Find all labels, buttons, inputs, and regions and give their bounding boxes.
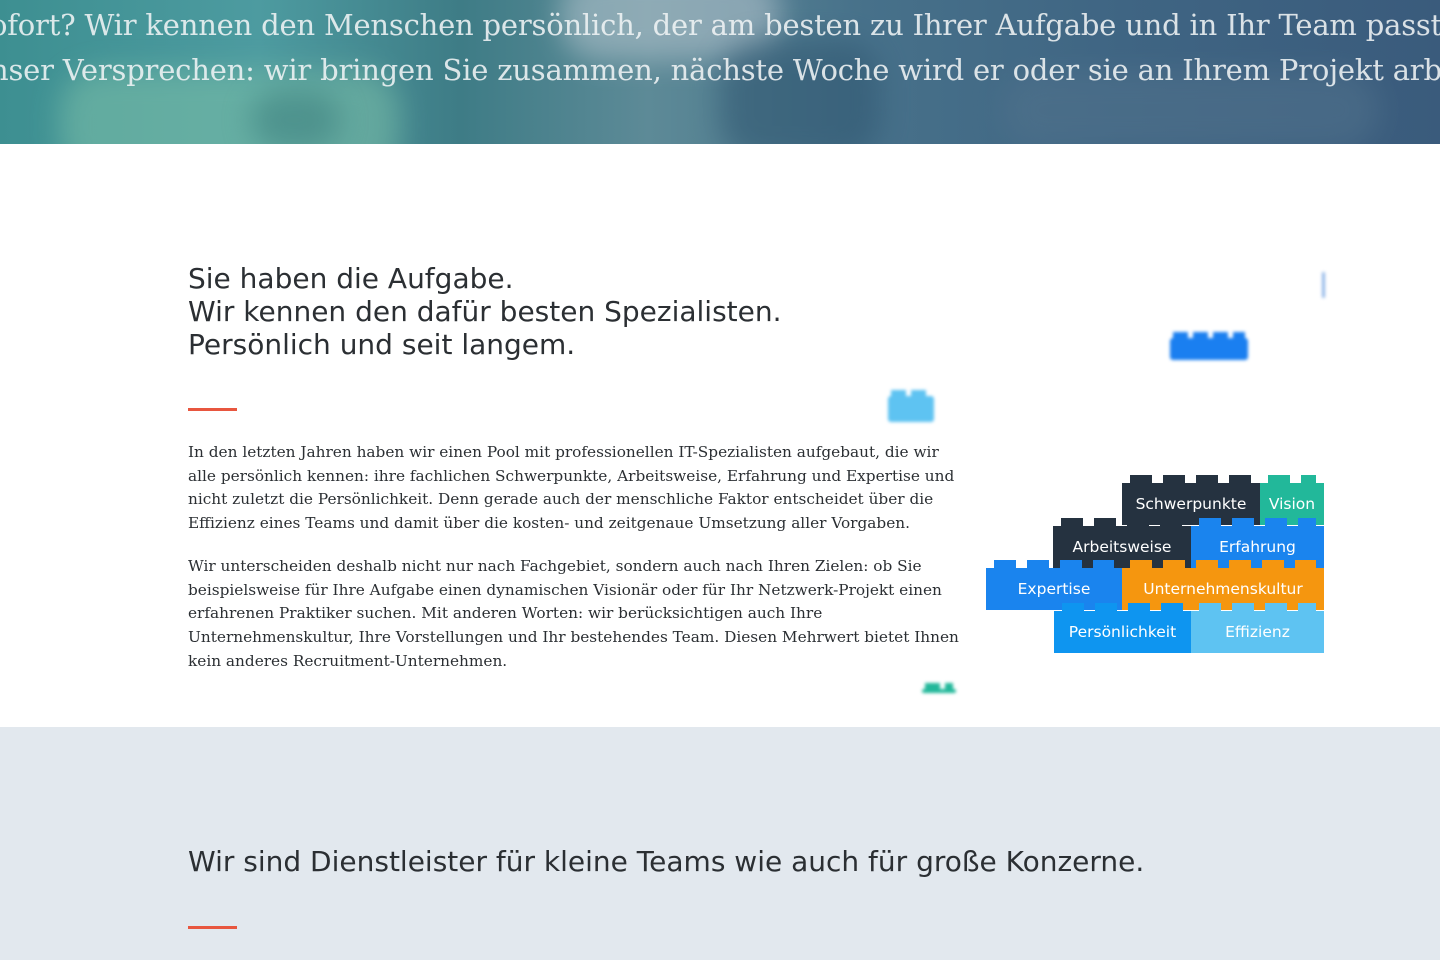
intro-heading: Sie haben die Aufgabe. Wir kennen den da…: [188, 262, 948, 361]
brick-label: Expertise: [1017, 580, 1091, 598]
brick-label: Vision: [1268, 495, 1316, 513]
paragraph-line: beispielsweise für Ihre Aufgabe einen dy…: [188, 580, 942, 599]
brick-label: Arbeitsweise: [1072, 538, 1172, 556]
paragraph-line: Effizienz eines Teams und damit über die…: [188, 514, 910, 533]
hero-text-line: ofort? Wir kennen den Menschen persönlic…: [0, 8, 1440, 42]
brick-label: Schwerpunkte: [1135, 495, 1247, 513]
services-heading: Wir sind Dienstleister für kleine Teams …: [188, 845, 1145, 878]
brick-label: Erfahrung: [1219, 538, 1296, 556]
brick-label: Effizienz: [1225, 623, 1290, 641]
intro-heading-line: Persönlich und seit langem.: [188, 328, 576, 361]
brick-persoenlichkeit: Persönlichkeit: [1054, 603, 1191, 653]
paragraph-line: In den letzten Jahren haben wir einen Po…: [188, 443, 939, 461]
paragraph-line: nicht zuletzt die Persönlichkeit. Denn g…: [188, 490, 934, 509]
floating-brick: [1322, 272, 1325, 298]
paragraph-line: Wir unterscheiden deshalb nicht nur nach…: [188, 557, 922, 575]
brick-label: Unternehmenskultur: [1143, 580, 1303, 598]
hero-text-line: nser Versprechen: wir bringen Sie zusamm…: [0, 53, 1440, 87]
floating-brick: [1170, 332, 1248, 360]
intro-heading-line: Sie haben die Aufgabe.: [188, 262, 514, 295]
intro-paragraph: Wir unterscheiden deshalb nicht nur nach…: [188, 555, 988, 674]
hero-background-shape: [250, 90, 340, 144]
heading-divider: [188, 926, 237, 929]
intro-paragraph: In den letzten Jahren haben wir einen Po…: [188, 441, 988, 536]
floating-brick: [888, 390, 934, 422]
paragraph-line: erfahrenen Praktiker suchen. Mit anderen…: [188, 604, 823, 623]
intro-heading-line: Wir kennen den dafür besten Spezialisten…: [188, 295, 782, 328]
brick-effizienz: Effizienz: [1191, 603, 1324, 653]
brick-label: Persönlichkeit: [1068, 623, 1177, 641]
paragraph-line: kein anderes Recruitment-Unternehmen.: [188, 651, 508, 670]
heading-divider: [188, 408, 237, 411]
paragraph-line: alle persönlich kennen: ihre fachlichen …: [188, 466, 955, 485]
paragraph-line: Unternehmenskultur, Ihre Vorstellungen u…: [188, 628, 959, 647]
hero-banner: ofort? Wir kennen den Menschen persönlic…: [0, 0, 1440, 144]
floating-brick: [922, 683, 956, 693]
